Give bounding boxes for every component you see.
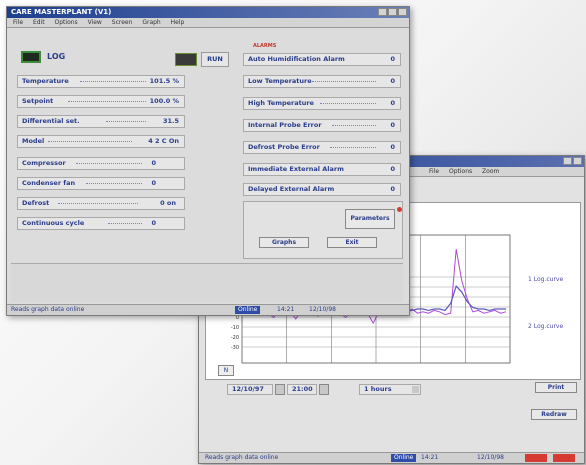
menu-item[interactable]: Edit [33,19,45,26]
close-icon[interactable] [573,157,582,165]
alarm-indicator [553,454,575,462]
y-tick-label: -30 [231,345,239,351]
parameters-button[interactable]: Parameters [345,209,395,229]
main-menubar: File Edit Options View Screen Graph Help [7,18,409,28]
menu-item[interactable]: File [13,19,23,26]
footer-panel [11,263,403,302]
spin-icon[interactable] [275,384,285,395]
time-from-field[interactable]: 21:00 [287,384,317,395]
alarm-row: High Temperature 0 [243,97,401,110]
main-statusbar: Reads graph data online Online 14:21 12/… [7,304,409,315]
maximize-icon[interactable] [388,8,397,16]
status-cell: 14:21 [277,306,295,313]
menu-item[interactable]: Zoom [482,168,499,175]
temperature-field: Temperature 101.5 % [17,75,185,88]
alarm-header: ALARMS [253,43,277,49]
redraw-button[interactable]: Redraw [531,409,577,420]
continuous-cycle-field: Continuous cycle 0 [17,217,185,230]
main-window-titlebar[interactable]: CARE MASTERPLANT (V1) [7,7,409,18]
exit-button[interactable]: Exit [327,237,377,248]
menu-item[interactable]: View [88,19,102,26]
alarm-row: Low Temperature 0 [243,75,401,88]
defrost-field: Defrost 0 on [17,197,185,210]
print-button[interactable]: Print [535,382,577,393]
alarm-indicator [525,454,547,462]
menu-item[interactable]: Options [449,168,472,175]
close-icon[interactable] [398,8,407,16]
chevron-down-icon[interactable] [412,386,419,393]
legend-entry: 1 Log.curve [528,276,564,283]
menu-item[interactable]: Screen [112,19,133,26]
window-title: CARE MASTERPLANT (V1) [11,8,112,16]
status-cell: Online [391,454,417,462]
status-text: Reads graph data online [205,454,279,461]
condenser-fan-field: Condenser fan 0 [17,177,185,190]
status-cell: 12/10/98 [477,454,504,461]
device-icon [21,51,41,63]
menu-item[interactable]: Graph [142,19,160,26]
main-window: CARE MASTERPLANT (V1) File Edit Options … [6,6,410,316]
graph-statusbar: Reads graph data online Online 14:21 12/… [199,452,584,463]
date-from-field[interactable]: 12/10/97 [227,384,273,395]
device-label: LOG [47,52,66,61]
status-text: Reads graph data online [11,306,85,313]
alarm-row: Delayed External Alarm 0 [243,183,401,196]
setpoint-field: Setpoint 100.0 % [17,95,185,108]
alarm-row: Auto Humidification Alarm 0 [243,53,401,66]
alarm-row: Immediate External Alarm 0 [243,163,401,176]
legend-entry: 2 Log.curve [528,323,564,330]
differential-field: Differential set. 31.5 [17,115,185,128]
minimize-icon[interactable] [563,157,572,165]
alert-icon [397,207,402,212]
model-field: Model 4 2 C On [17,135,185,148]
status-cell: Online [235,306,261,314]
menu-item[interactable]: Options [55,19,78,26]
graphs-button[interactable]: Graphs [259,237,309,248]
compressor-field: Compressor 0 [17,157,185,170]
interval-select[interactable]: 1 hours [359,384,421,395]
status-cell: 14:21 [421,454,439,461]
unit-icon [175,53,197,66]
status-code: RUN [201,52,229,67]
minimize-icon[interactable] [378,8,387,16]
menu-item[interactable]: File [429,168,439,175]
alarm-row: Defrost Probe Error 0 [243,141,401,154]
y-tick-label: -20 [231,335,239,341]
menu-item[interactable]: Help [171,19,185,26]
cursor-box[interactable]: N [218,365,234,376]
status-cell: 12/10/98 [309,306,336,313]
alarm-row: Internal Probe Error 0 [243,119,401,132]
spin-icon[interactable] [319,384,329,395]
y-tick-label: -10 [231,325,239,331]
